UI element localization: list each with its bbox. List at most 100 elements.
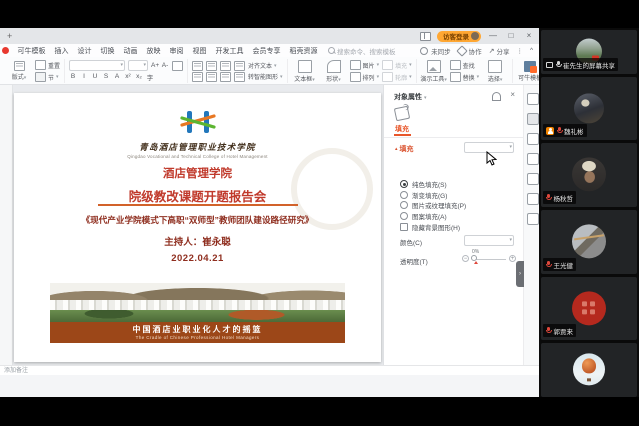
menu-tab[interactable]: 动画: [119, 46, 142, 56]
presentation-tools-icon: [427, 60, 441, 73]
college-logo-icon: [180, 109, 216, 135]
panel-close-icon[interactable]: ×: [510, 90, 515, 99]
picture-button[interactable]: 图片▾: [350, 60, 380, 70]
menu-tab[interactable]: 视图: [188, 46, 211, 56]
effects-tab-icon[interactable]: [527, 93, 539, 105]
font-size-select[interactable]: [128, 60, 148, 71]
indent-decrease-icon[interactable]: [220, 61, 231, 71]
bell-icon[interactable]: [492, 92, 501, 101]
more-menu-button[interactable]: ⋮: [516, 47, 523, 55]
font-style-button[interactable]: U: [91, 73, 99, 80]
beautify-tab-icon[interactable]: [527, 133, 539, 145]
participant-tile[interactable]: 杨秋哲: [541, 143, 637, 207]
panel-tab-fill[interactable]: 填充: [395, 124, 409, 134]
fill-option-radio[interactable]: 图案填充(A): [400, 211, 447, 221]
font-style-button[interactable]: S: [102, 73, 110, 80]
resources-tab-icon[interactable]: [527, 193, 539, 205]
letterbox-top: [0, 0, 639, 28]
transparency-plus-button[interactable]: +: [509, 255, 516, 262]
panel-collapse-tab[interactable]: ›: [516, 261, 524, 287]
guest-login-label: 访客登录: [443, 31, 469, 41]
menu-tab[interactable]: 会员专享: [248, 46, 285, 56]
panel-icon-strip: [523, 85, 539, 393]
slider-track[interactable]: [472, 259, 506, 260]
convert-smart-graphic-button[interactable]: 转智能图形▾: [248, 72, 283, 81]
fill-option-radio[interactable]: 渐变填充(G): [400, 190, 447, 200]
replace-button[interactable]: 替换▾: [450, 72, 480, 82]
docer-book-icon[interactable]: [420, 32, 431, 41]
align-text-button[interactable]: 对齐文本▾: [248, 61, 277, 70]
section-button[interactable]: 节▾: [35, 72, 60, 82]
participant-tile[interactable]: [541, 343, 637, 397]
fill-option-radio[interactable]: 纯色填充(S): [400, 179, 447, 189]
align-left-icon[interactable]: [192, 72, 203, 82]
new-document-tab-button[interactable]: +: [7, 32, 12, 41]
timer-tab-icon[interactable]: [527, 173, 539, 185]
search-input[interactable]: 搜索命令、搜索模板: [328, 46, 396, 56]
properties-tab-icon[interactable]: [527, 113, 539, 125]
align-center-icon[interactable]: [206, 72, 217, 82]
participant-tile[interactable]: 崔先生的屏幕共享: [541, 30, 637, 74]
arrange-button[interactable]: 排列▾: [350, 72, 380, 82]
slide-thumbnails-pane[interactable]: [0, 85, 13, 393]
slide-canvas[interactable]: 青岛酒店管理职业技术学院 Qingdao Vocational and Tech…: [14, 93, 381, 362]
panel-tab-underline: [394, 134, 411, 136]
minimize-button[interactable]: —: [487, 29, 499, 43]
fill-option-label: 渐变填充(G): [412, 190, 447, 200]
hide-background-checkbox[interactable]: 隐藏背景图形(H): [400, 222, 460, 232]
font-style-button[interactable]: x²: [124, 73, 132, 80]
radio-icon: [400, 201, 408, 209]
clear-format-icon[interactable]: [172, 61, 183, 71]
college-name-cn: 青岛酒店管理职业技术学院: [14, 141, 381, 153]
font-style-button[interactable]: I: [80, 73, 88, 80]
menu-tab[interactable]: 稻壳资源: [285, 46, 322, 56]
presentation-tools-button[interactable]: 演示工具▾: [421, 60, 447, 83]
transparency-slider[interactable]: − 0% +: [462, 253, 516, 265]
textbox-button[interactable]: 文本框▾: [292, 60, 318, 83]
maximize-button[interactable]: □: [505, 29, 517, 43]
close-button[interactable]: ×: [523, 29, 535, 43]
panel-title[interactable]: 对象属性▾: [394, 92, 427, 102]
menu-tab[interactable]: 切换: [96, 46, 119, 56]
notes-bar[interactable]: 添加备注: [0, 365, 539, 375]
transparency-minus-button[interactable]: −: [462, 255, 469, 262]
participant-name: 郭贾来: [554, 326, 574, 336]
collaborate-button[interactable]: 协作: [458, 46, 482, 56]
find-button[interactable]: 查找: [450, 60, 480, 70]
settings-tab-icon[interactable]: [527, 213, 539, 225]
number-list-icon[interactable]: [206, 61, 217, 71]
guest-login-badge[interactable]: 访客登录: [437, 31, 481, 42]
font-style-button[interactable]: x₂: [135, 73, 143, 80]
font-family-select[interactable]: [69, 60, 125, 71]
menu-tab[interactable]: 可牛模板: [13, 46, 50, 56]
select-button[interactable]: 选择▾: [482, 60, 508, 83]
menu-tab[interactable]: 审阅: [165, 46, 188, 56]
menu-tab[interactable]: 放映: [142, 46, 165, 56]
participant-tile[interactable]: 魏礼彬: [541, 77, 637, 140]
line-spacing-icon[interactable]: [234, 72, 245, 82]
collapse-ribbon-button[interactable]: ^: [530, 47, 533, 54]
font-style-button[interactable]: A: [113, 73, 121, 80]
fill-section-header[interactable]: ▴填充: [395, 144, 414, 154]
shapes-button[interactable]: 形状▾: [321, 60, 347, 83]
layout-button[interactable]: 版式▾: [6, 61, 32, 81]
participant-tile[interactable]: 郭贾来: [541, 277, 637, 340]
menu-tab[interactable]: 开发工具: [211, 46, 248, 56]
menu-tab[interactable]: 设计: [73, 46, 96, 56]
align-right-icon[interactable]: [220, 72, 231, 82]
bullet-list-icon[interactable]: [192, 61, 203, 71]
font-size-button[interactable]: A+: [151, 62, 159, 69]
share-button[interactable]: ↗分享: [489, 46, 510, 56]
indent-increase-icon[interactable]: [234, 61, 245, 71]
menu-tab[interactable]: 插入: [50, 46, 73, 56]
color-select[interactable]: [464, 235, 514, 246]
fill-option-radio[interactable]: 图片或纹理填充(P): [400, 200, 466, 210]
font-style-button[interactable]: B: [69, 73, 77, 80]
reset-button[interactable]: 重置: [35, 60, 60, 70]
slide-dept-line: 酒店管理学院: [14, 165, 381, 181]
font-size-button[interactable]: A-: [161, 62, 169, 69]
animation-tab-icon[interactable]: [527, 153, 539, 165]
sync-status-button[interactable]: 未同步: [420, 46, 451, 56]
participant-tile[interactable]: 王光健: [541, 210, 637, 274]
font-style-button[interactable]: 字: [146, 72, 154, 82]
